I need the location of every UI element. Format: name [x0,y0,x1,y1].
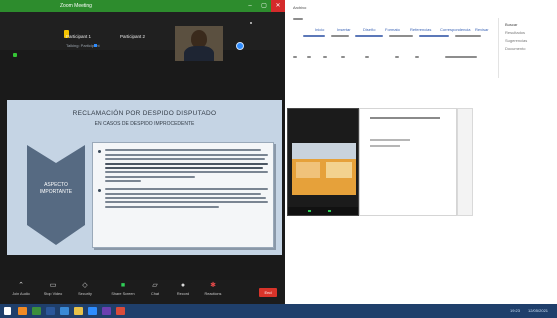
close-icon[interactable]: ✕ [271,0,285,12]
minimize-icon[interactable]: – [243,0,257,12]
embedded-doc-panel [359,108,457,216]
window-controls: – ▢ ✕ [243,0,285,12]
participant-body [184,46,214,61]
mute-icon [94,44,97,47]
ruler-mark [307,56,311,58]
ruler-mark [415,56,419,58]
zoom-window: Zoom Meeting – ▢ ✕ Participant 1 Partici… [0,0,285,304]
bullet-icon [98,189,101,193]
side-panel: Buscar Resultados Sugerencias Documento [498,18,557,78]
ribbon-tab-inicio[interactable]: Inicio [315,27,324,32]
ruler-mark [395,56,399,58]
ribbon-group[interactable] [419,35,449,37]
embedded-slide [292,143,356,195]
ruler-mark [445,56,477,58]
slide-text-box [92,142,274,248]
ribbon-tab-archivo[interactable]: Archivo [293,5,306,10]
view-option-icon[interactable] [236,42,244,50]
camera-icon: ▭ [49,282,57,289]
stop-video-button[interactable]: ▭ Stop Video [38,282,68,296]
shared-slide: RECLAMACIÓN POR DESPIDO DISPUTADO EN CAS… [7,100,282,255]
ruler-mark [341,56,345,58]
bullet-paragraph-2 [98,188,268,208]
chat-button[interactable]: ▱ Chat [140,282,170,296]
ribbon-tab-formato[interactable]: Formato [385,27,400,32]
participant-name-1: Participant 1 [66,34,92,39]
participant-name-2: Participant 2 [120,34,146,39]
embedded-toolbar [288,207,358,215]
explorer-icon[interactable] [60,307,69,315]
zoom-app-icon[interactable] [88,307,97,315]
zoom-title-bar[interactable]: Zoom Meeting – ▢ ✕ [0,0,285,12]
ribbon-group[interactable] [355,35,383,37]
record-icon: ● [180,282,186,289]
share-screen-button[interactable]: ■ Share Screen [108,282,138,296]
panel-line: Documento [505,46,526,51]
ruler-mark [323,56,327,58]
clock-date[interactable]: 12/05/2021 [528,308,548,313]
embedded-scroll-strip[interactable] [457,108,473,216]
ruler-mark [365,56,369,58]
participant-strip: Participant 1 Participant 2 Talking: Par… [0,12,285,61]
chat-icon: ▱ [152,282,158,289]
bullet-paragraph-1 [98,149,268,183]
ribbon-tab-correspondencia[interactable]: Correspondencia [440,27,470,32]
chrome-icon[interactable] [116,307,125,315]
ribbon-group[interactable] [303,35,325,37]
slide-subtitle: EN CASOS DE DESPIDO IMPROCEDENTE [94,121,195,127]
join-audio-button[interactable]: ⌃ Join Audio [6,282,36,296]
ribbon-tab-diseno[interactable]: Diseño [363,27,375,32]
reactions-icon: ✱ [210,282,216,289]
ribbon-tab-revisar[interactable]: Revisar [475,27,489,32]
folder-icon[interactable] [74,307,83,315]
ribbon-tab-referencias[interactable]: Referencias [410,27,431,32]
app-icon[interactable] [102,307,111,315]
start-icon[interactable] [4,307,11,315]
reactions-button[interactable]: ✱ Reactions [198,282,228,296]
slide-title: RECLAMACIÓN POR DESPIDO DISPUTADO [72,110,217,117]
taskbar: 19:23 12/05/2021 [0,304,557,318]
arrow-label: ASPECTO IMPORTANTE [39,182,73,195]
end-meeting-button[interactable]: End [259,288,277,297]
microphone-icon: ⌃ [18,282,24,289]
bullet-icon [98,150,101,154]
participant-video[interactable] [175,26,223,61]
desktop: Zoom Meeting – ▢ ✕ Participant 1 Partici… [0,0,557,318]
ribbon-group[interactable] [331,35,349,37]
browser-icon[interactable] [18,307,27,315]
security-button[interactable]: ◇ Security [70,282,100,296]
ribbon-group[interactable] [455,35,481,37]
ruler-mark [293,56,297,58]
record-button[interactable]: ● Record [168,282,198,296]
embedded-screenshot[interactable] [287,108,359,216]
clock-time[interactable]: 19:23 [510,308,520,313]
encryption-icon[interactable] [13,53,17,57]
excel-icon[interactable] [32,307,41,315]
maximize-icon[interactable]: ▢ [257,0,271,12]
share-icon: ■ [120,282,126,289]
meeting-toolbar: ⌃ Join Audio ▭ Stop Video ◇ Security ■ S… [0,280,285,304]
more-icon[interactable] [250,22,252,24]
panel-line: Sugerencias [505,38,528,43]
word-icon[interactable] [46,307,55,315]
quick-access-bar[interactable] [293,18,303,20]
ribbon-group[interactable] [389,35,413,37]
panel-line: Resultados [505,30,526,35]
ribbon-tab-insertar[interactable]: Insertar [337,27,351,32]
shield-icon: ◇ [82,282,88,289]
panel-title: Buscar [505,22,518,27]
window-title: Zoom Meeting [60,3,92,9]
